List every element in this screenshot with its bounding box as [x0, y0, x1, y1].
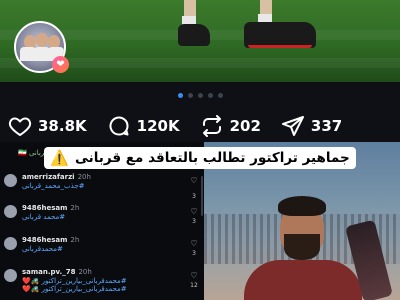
comment-button[interactable]: 120K: [107, 114, 180, 138]
heart-badge-icon: ❤: [52, 56, 69, 73]
repost-icon: [202, 115, 221, 137]
carousel-dot[interactable]: [207, 93, 213, 98]
headline-text: جماهیر تراکتور تطالب بالتعاقد مع قربانی: [75, 150, 350, 166]
player-jersey: [244, 260, 362, 300]
comment-username: 9486hesam: [22, 204, 68, 212]
post-top-photo: ❤: [0, 0, 400, 82]
heart-icon: [8, 117, 32, 136]
post-media[interactable]: قربانی 🇮🇷 amerrizafarzi 20h #جذب_محمد_قرب…: [0, 142, 400, 300]
comment-text: #محمدقربانی_بیارین_تراکتور 🚜❤️: [22, 277, 127, 285]
avatar: [4, 174, 17, 187]
comment-time: 20h: [77, 173, 91, 181]
comment-count: 120K: [136, 117, 180, 135]
post-stats-bar: 38.8K 120K 202 337: [8, 113, 392, 139]
heart-icon: ♡: [190, 176, 198, 185]
comment-username: 9486hesam: [22, 236, 68, 244]
carousel-dot[interactable]: [187, 93, 193, 98]
avatar: [4, 205, 17, 218]
list-item: amerrizafarzi 20h #جذب_محمد_قربانی ♡ 3: [4, 173, 200, 200]
carousel-dot[interactable]: [197, 93, 203, 98]
player-beard: [284, 234, 320, 260]
comment-text: #محمد قربانی: [22, 213, 66, 221]
repost-count: 202: [229, 117, 261, 135]
avatar: [4, 269, 17, 282]
comment-time: 2h: [70, 236, 80, 244]
carousel-indicator[interactable]: [0, 93, 400, 98]
comment-text: #جذب_محمد_قربانی: [22, 182, 85, 190]
carousel-dot-active[interactable]: [177, 93, 183, 98]
comment-text: #محمدقربانی: [22, 245, 63, 253]
player-hair: [278, 196, 326, 216]
like-count: 38.8K: [38, 117, 87, 135]
comment-like-count: 3: [192, 250, 196, 257]
list-item: saman.pv._78 20h #محمدقربانی_بیارین_تراکت…: [4, 268, 200, 298]
heart-icon: ♡: [190, 239, 198, 248]
comment-username: saman.pv._78: [22, 268, 76, 276]
player-shoe: [178, 24, 210, 46]
comment-like-count: 3: [192, 218, 196, 225]
shoe-sole: [248, 45, 312, 48]
comment-text: #محمدقربانی_بیارین_تراکتور 🚜❤️: [22, 285, 127, 293]
send-icon: [281, 116, 304, 136]
repost-button[interactable]: 202: [200, 114, 261, 138]
comment-time: 20h: [78, 268, 92, 276]
like-button[interactable]: 38.8K: [8, 114, 87, 138]
share-button[interactable]: 337: [281, 114, 342, 138]
list-item: 9486hesam 2h #محمد قربانی ♡ 3: [4, 204, 200, 230]
comment-like-count: 12: [190, 282, 198, 289]
share-count: 337: [310, 117, 343, 135]
heart-icon: ♡: [190, 207, 198, 216]
avatar: [4, 237, 17, 250]
comment-like-count: 3: [192, 193, 196, 200]
warning-icon: ⚠️: [50, 149, 69, 167]
headline-banner: جماهیر تراکتور تطالب بالتعاقد مع قربانی …: [0, 146, 400, 170]
comment-icon: [109, 116, 129, 136]
comment-username: amerrizafarzi: [22, 173, 75, 181]
scrollbar: [201, 176, 203, 216]
heart-icon: ♡: [190, 271, 198, 280]
comment-time: 2h: [70, 204, 80, 212]
list-item: 9486hesam 2h #محمدقربانی ♡ 3: [4, 236, 200, 262]
carousel-dot[interactable]: [217, 93, 223, 98]
